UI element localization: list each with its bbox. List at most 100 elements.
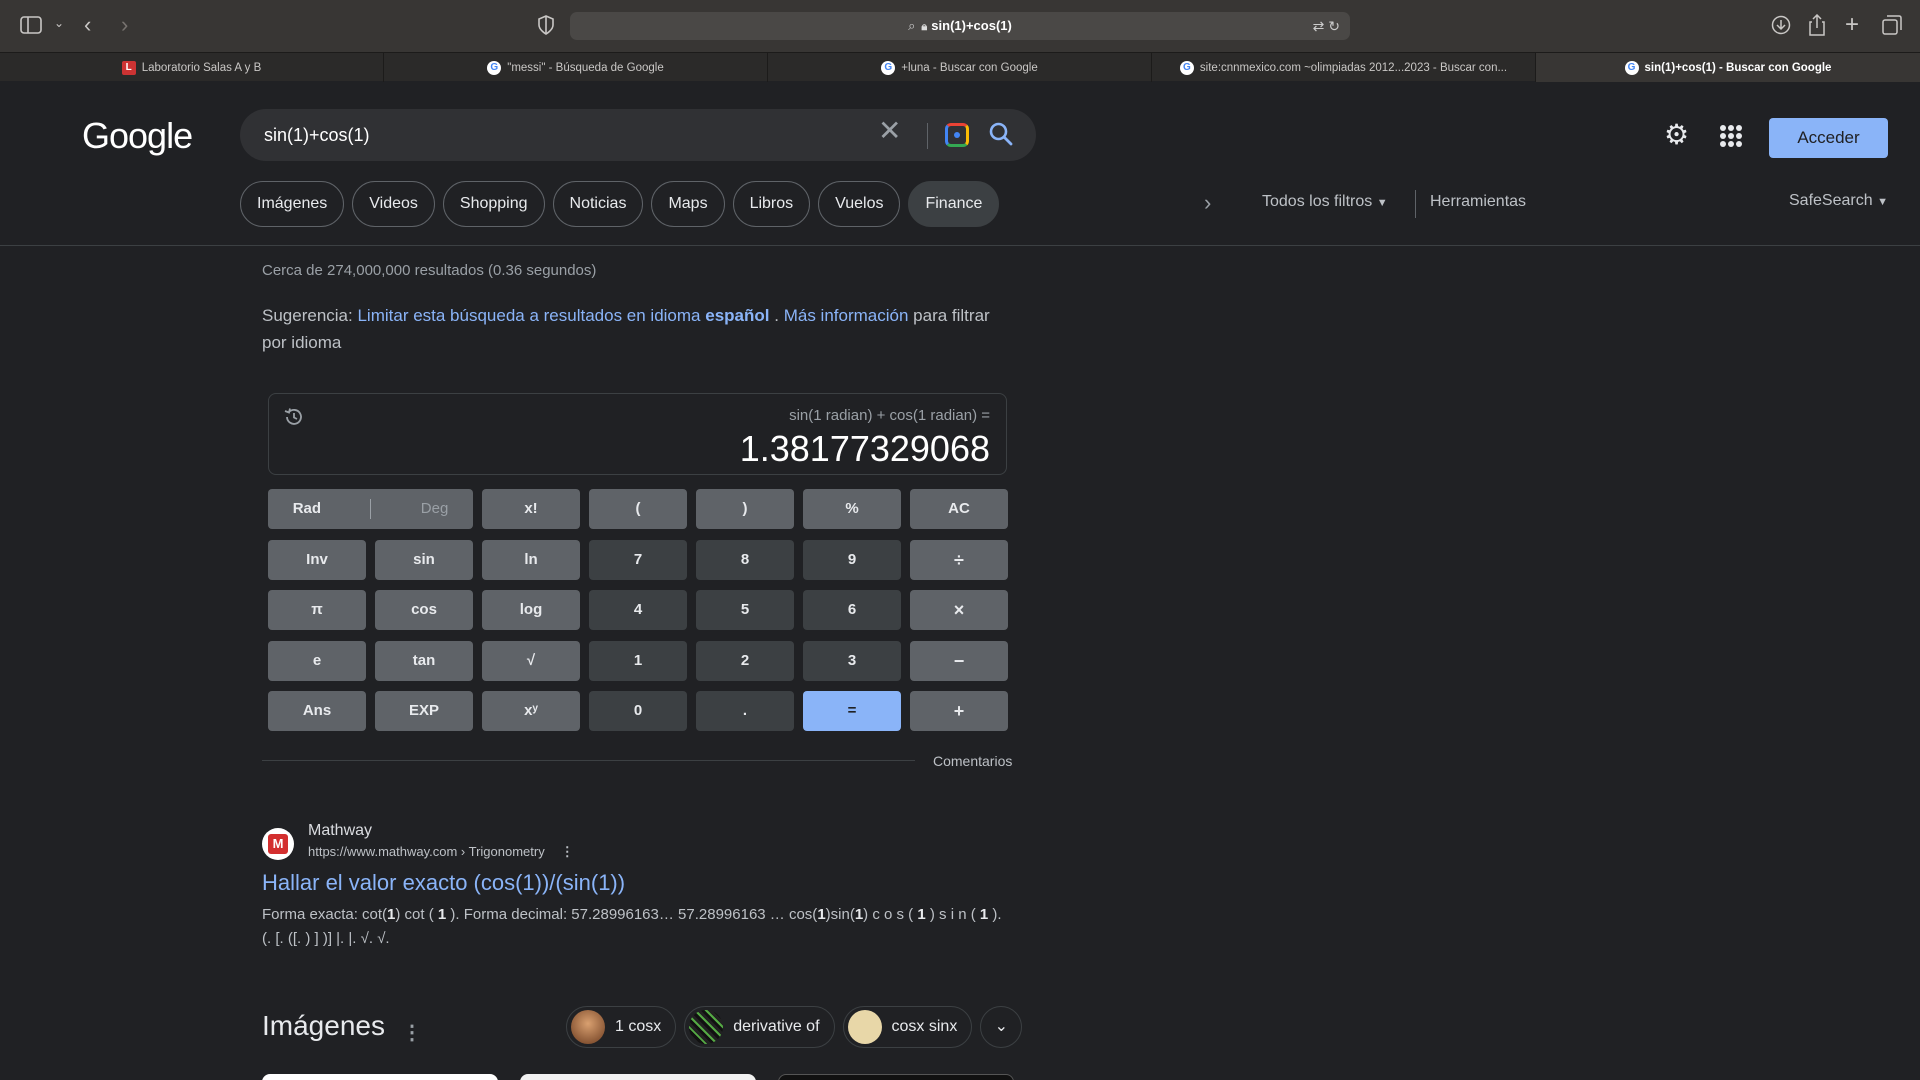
key-power[interactable]: xʸ <box>482 691 580 731</box>
key-0[interactable]: 0 <box>589 691 687 731</box>
download-icon[interactable] <box>1771 15 1791 39</box>
key-3[interactable]: 3 <box>803 640 901 681</box>
key-decimal[interactable]: . <box>696 691 794 731</box>
privacy-shield-icon[interactable] <box>538 15 554 39</box>
key-divide[interactable]: ÷ <box>910 539 1008 580</box>
tab-messi[interactable]: G "messi" - Búsqueda de Google <box>384 53 768 82</box>
feedback-link[interactable]: Comentarios <box>933 753 1012 769</box>
chip-flights[interactable]: Vuelos <box>818 181 901 227</box>
back-icon[interactable]: ‹ <box>84 14 91 36</box>
key-1[interactable]: 1 <box>589 640 687 681</box>
tab-luna[interactable]: G +luna - Buscar con Google <box>768 53 1152 82</box>
chip-books[interactable]: Libros <box>732 181 811 227</box>
language-suggestion: Sugerencia: Limitar esta búsqueda a resu… <box>262 302 1002 356</box>
more-info-link[interactable]: Más información <box>784 306 909 325</box>
search-filter-chips: Imágenes Videos Shopping Noticias Maps L… <box>240 181 1000 227</box>
search-box[interactable]: sin(1)+cos(1) ✕ <box>240 109 1036 161</box>
chip-videos[interactable]: Videos <box>352 181 435 227</box>
google-apps-icon[interactable] <box>1720 125 1742 147</box>
google-favicon-icon: G <box>881 60 896 75</box>
key-ln[interactable]: ln <box>482 539 580 580</box>
image-chip-1-cosx[interactable]: 1 cosx <box>566 1006 677 1048</box>
key-ans[interactable]: Ans <box>268 691 366 731</box>
tab-cnnmexico[interactable]: G site:cnnmexico.com ~olimpiadas 2012...… <box>1152 53 1536 82</box>
key-all-clear[interactable]: AC <box>910 489 1008 529</box>
calculator-expression: sin(1 radian) + cos(1 radian) = <box>789 407 990 424</box>
tools-button[interactable]: Herramientas <box>1430 193 1526 211</box>
key-7[interactable]: 7 <box>589 539 687 580</box>
key-cos[interactable]: cos <box>375 590 473 630</box>
key-sqrt[interactable]: √ <box>482 640 580 681</box>
tab-laboratorio[interactable]: L Laboratorio Salas A y B <box>0 53 384 82</box>
result-url[interactable]: https://www.mathway.com › Trigonometry ⋮ <box>308 844 574 860</box>
key-plus[interactable]: + <box>910 691 1008 731</box>
key-percent[interactable]: % <box>803 489 901 529</box>
more-options-icon[interactable]: ⋮ <box>402 1020 422 1045</box>
new-tab-icon[interactable]: + <box>1845 13 1859 37</box>
key-2[interactable]: 2 <box>696 640 794 681</box>
chip-shopping[interactable]: Shopping <box>442 181 545 227</box>
clear-icon[interactable]: ✕ <box>878 117 901 145</box>
deg-label[interactable]: Deg <box>421 489 449 529</box>
chip-finance[interactable]: Finance <box>908 181 1000 227</box>
result-site-name[interactable]: Mathway <box>308 822 372 840</box>
key-6[interactable]: 6 <box>803 590 901 630</box>
key-close-paren[interactable]: ) <box>696 489 794 529</box>
share-icon[interactable] <box>1808 13 1826 40</box>
signin-button[interactable]: Acceder <box>1769 118 1888 158</box>
key-multiply[interactable]: × <box>910 590 1008 630</box>
chevron-down-icon[interactable]: ⌄ <box>54 17 64 29</box>
key-sin[interactable]: sin <box>375 539 473 580</box>
chevron-right-icon[interactable]: › <box>1204 190 1211 216</box>
limit-language-link[interactable]: Limitar esta búsqueda a resultados en id… <box>357 306 769 325</box>
calculator-display: sin(1 radian) + cos(1 radian) = 1.381773… <box>268 393 1007 475</box>
chip-label: derivative of <box>733 1018 820 1035</box>
caret-down-icon: ▼ <box>1877 196 1888 208</box>
tab-sin-cos[interactable]: G sin(1)+cos(1) - Buscar con Google <box>1536 53 1920 82</box>
tab-title: "messi" - Búsqueda de Google <box>507 61 664 74</box>
key-minus[interactable]: − <box>910 640 1008 681</box>
safesearch-dropdown[interactable]: SafeSearch ▼ <box>1789 192 1888 210</box>
rad-label[interactable]: Rad <box>293 489 321 529</box>
key-tan[interactable]: tan <box>375 640 473 681</box>
settings-gear-icon[interactable]: ⚙ <box>1664 121 1689 149</box>
key-pi[interactable]: π <box>268 590 366 630</box>
forward-icon[interactable]: › <box>121 14 128 36</box>
key-exp[interactable]: EXP <box>375 691 473 731</box>
key-log[interactable]: log <box>482 590 580 630</box>
key-4[interactable]: 4 <box>589 590 687 630</box>
sidebar-toggle-icon[interactable] <box>20 16 42 38</box>
translate-reload-icons[interactable]: ⇄ ↻ <box>1313 12 1340 40</box>
key-5[interactable]: 5 <box>696 590 794 630</box>
image-result[interactable] <box>778 1074 1014 1080</box>
key-factorial[interactable]: x! <box>482 489 580 529</box>
more-options-icon[interactable]: ⋮ <box>561 844 574 859</box>
rad-deg-toggle[interactable]: Rad Deg <box>268 489 473 529</box>
chevron-down-icon[interactable]: ⌄ <box>980 1006 1023 1048</box>
image-result[interactable] <box>520 1074 756 1080</box>
image-chip-derivative[interactable]: derivative of <box>684 1006 835 1048</box>
image-chip-cosx-sinx[interactable]: cosx sinx <box>842 1006 973 1048</box>
key-8[interactable]: 8 <box>696 539 794 580</box>
image-result[interactable] <box>262 1074 498 1080</box>
google-favicon-icon: G <box>1179 60 1194 75</box>
key-equals[interactable]: = <box>803 691 901 731</box>
chip-maps[interactable]: Maps <box>651 181 725 227</box>
chip-images[interactable]: Imágenes <box>240 181 345 227</box>
key-e[interactable]: e <box>268 640 366 681</box>
key-9[interactable]: 9 <box>803 539 901 580</box>
tab-overview-icon[interactable] <box>1882 15 1902 39</box>
search-input[interactable]: sin(1)+cos(1) <box>264 109 370 161</box>
address-bar[interactable]: ⌕ 🔒︎ sin(1)+cos(1) ⇄ ↻ <box>570 12 1350 40</box>
google-logo[interactable]: Google <box>82 115 193 157</box>
key-open-paren[interactable]: ( <box>589 489 687 529</box>
key-inverse[interactable]: Inv <box>268 539 366 580</box>
search-icon[interactable] <box>988 121 1014 152</box>
result-title-link[interactable]: Hallar el valor exacto (cos(1))/(sin(1)) <box>262 870 625 896</box>
browser-toolbar: ⌄ ‹ › ⌕ 🔒︎ sin(1)+cos(1) ⇄ ↻ + <box>0 0 1920 52</box>
chip-thumbnail <box>571 1010 605 1044</box>
all-filters-dropdown[interactable]: Todos los filtros ▼ <box>1262 193 1388 211</box>
google-lens-icon[interactable] <box>945 123 969 147</box>
history-icon[interactable] <box>283 406 305 434</box>
chip-news[interactable]: Noticias <box>552 181 644 227</box>
